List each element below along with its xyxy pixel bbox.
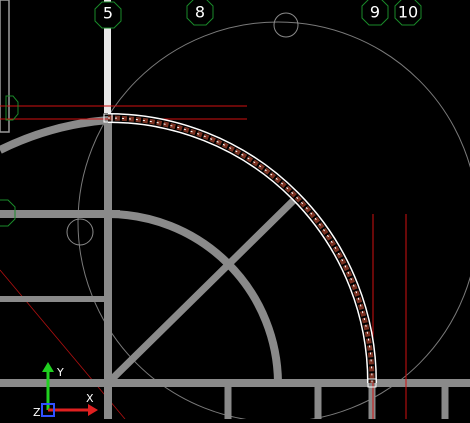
- left-edge-element[interactable]: [0, 0, 10, 133]
- grid-bubble-5[interactable]: 5: [94, 1, 122, 29]
- grid-label-5: 5: [103, 4, 113, 23]
- grid-label-9: 9: [370, 3, 380, 22]
- ucs-z-label: Z: [33, 406, 41, 419]
- grid-bubble-8[interactable]: 8: [186, 0, 214, 26]
- ucs-icon: Y X Z: [33, 362, 98, 419]
- drawing-canvas[interactable]: 5 8 9 10 Y X Z: [0, 0, 470, 423]
- small-circle-top[interactable]: [273, 12, 299, 38]
- wall-structure[interactable]: [0, 116, 470, 419]
- grid-bubble-10[interactable]: 10: [394, 0, 422, 26]
- ucs-y-label: Y: [56, 366, 64, 379]
- grid-bubble-partial-left-top[interactable]: [5, 95, 19, 121]
- inner-diagonal-1[interactable]: [105, 195, 299, 386]
- cad-viewport[interactable]: 5 8 9 10 Y X Z: [0, 0, 470, 423]
- ucs-x-label: X: [86, 392, 94, 405]
- grid-bubble-9[interactable]: 9: [361, 0, 389, 26]
- grid-label-8: 8: [195, 3, 205, 22]
- small-circle-left[interactable]: [66, 218, 94, 246]
- grid-label-10: 10: [398, 3, 418, 22]
